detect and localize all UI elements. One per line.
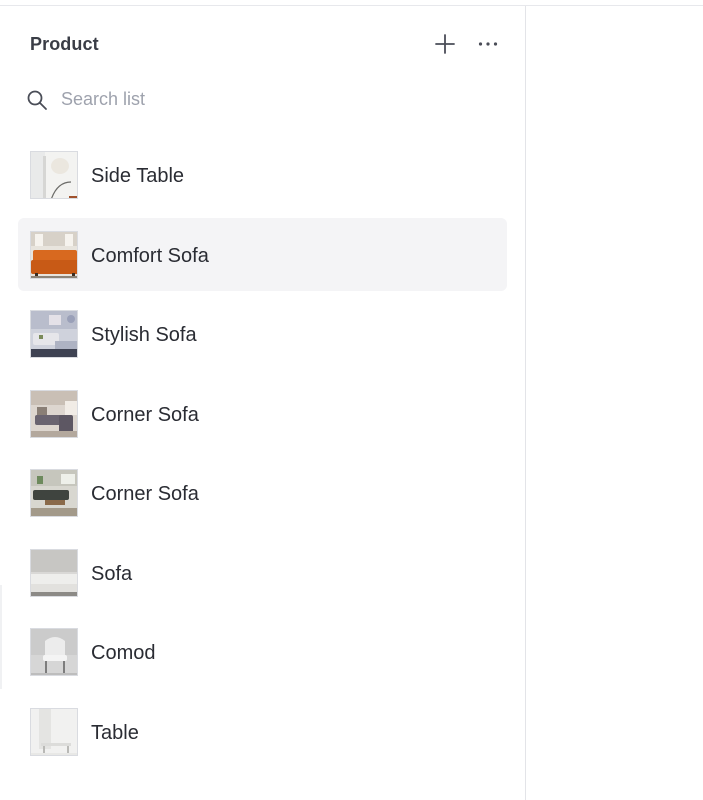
- list-item-comfort-sofa[interactable]: Comfort Sofa: [18, 217, 507, 291]
- list-item-label: Stylish Sofa: [91, 324, 197, 346]
- corner-sofa-thumbnail: [30, 389, 78, 438]
- panel-header: Product: [30, 32, 500, 56]
- list-item-table[interactable]: Table: [18, 695, 507, 768]
- panel-title: Product: [30, 34, 99, 54]
- more-horizontal-icon: [478, 42, 498, 46]
- add-product-button[interactable]: [433, 32, 457, 56]
- list-item-label: Comod: [91, 642, 156, 664]
- detail-area: [526, 6, 703, 800]
- left-edge-shadow: [0, 585, 2, 689]
- product-list: Side Table Comfort Sofa Stylish Sofa Cor…: [18, 138, 507, 774]
- list-item-comod[interactable]: Comod: [18, 615, 507, 688]
- list-item-label: Sofa: [91, 562, 133, 585]
- stylish-sofa-thumbnail: [30, 310, 78, 358]
- list-item-corner-sofa-2[interactable]: Corner Sofa: [18, 456, 507, 529]
- list-item-label: Side Table: [91, 165, 185, 187]
- more-options-button[interactable]: [476, 32, 500, 56]
- list-item-label: Corner Sofa: [91, 483, 199, 505]
- list-item-label: Table: [91, 721, 139, 744]
- sofa-thumbnail: [30, 548, 78, 597]
- table-thumbnail: [30, 707, 78, 756]
- search-row: [26, 86, 496, 112]
- comod-thumbnail: [30, 628, 78, 676]
- list-item-side-table[interactable]: Side Table: [18, 138, 507, 211]
- product-list-panel: Product Search list Side Table Comfort S…: [0, 6, 526, 800]
- list-item-corner-sofa[interactable]: Corner Sofa: [18, 377, 507, 450]
- search-input[interactable]: [61, 86, 461, 112]
- list-item-stylish-sofa[interactable]: Stylish Sofa: [18, 297, 507, 370]
- plus-icon: [435, 34, 455, 54]
- comfort-sofa-thumbnail: [30, 230, 78, 279]
- list-item-label: Comfort Sofa: [91, 244, 209, 267]
- list-item-sofa[interactable]: Sofa: [18, 536, 507, 609]
- list-item-label: Corner Sofa: [91, 403, 199, 426]
- search-icon: [27, 90, 47, 110]
- corner-sofa-2-thumbnail: [30, 469, 78, 517]
- side-table-thumbnail: [30, 151, 78, 199]
